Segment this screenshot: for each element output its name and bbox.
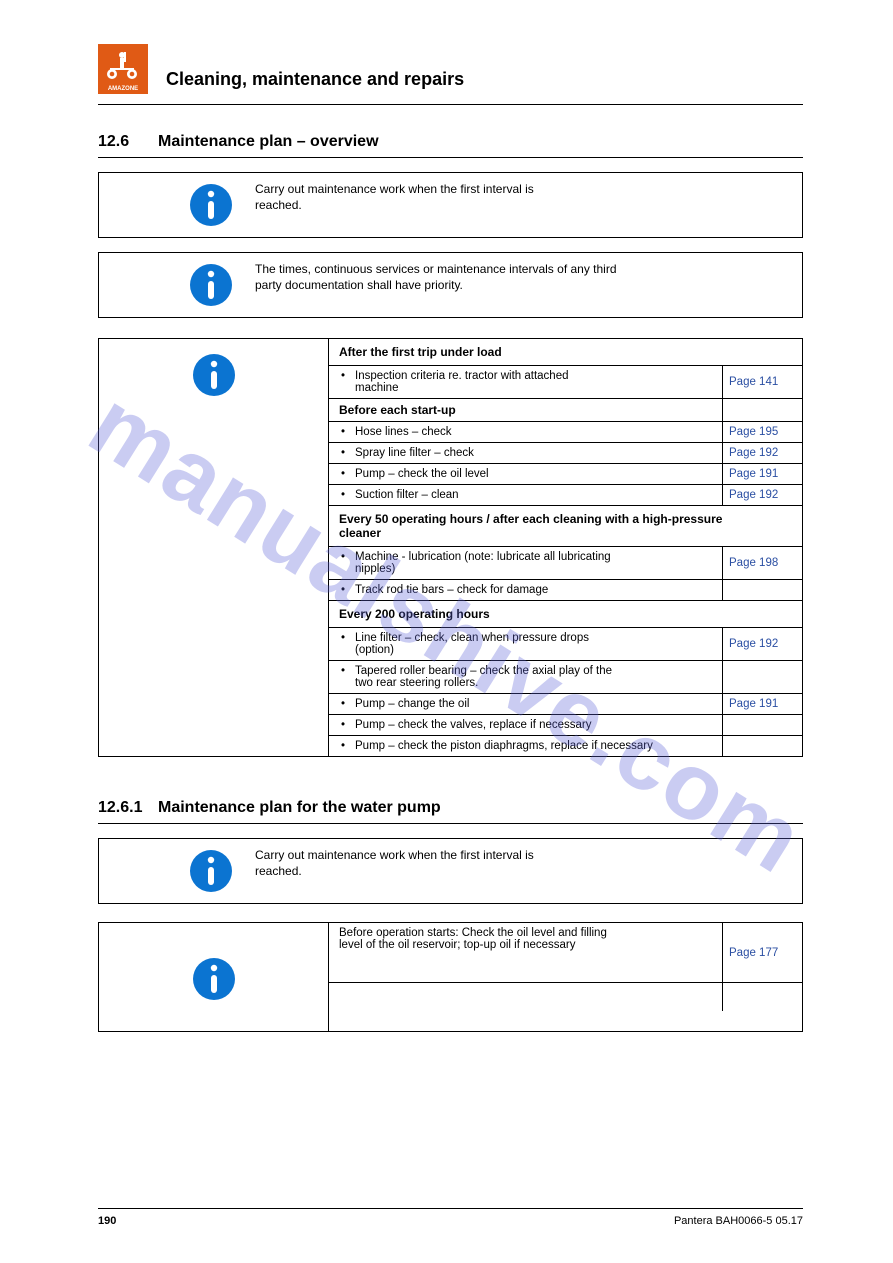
logo-text: AMAZONE: [108, 86, 138, 92]
header-rule: [98, 104, 803, 105]
row-page-link: [722, 661, 802, 693]
notice-icon: [189, 183, 233, 227]
row-page-link: [722, 580, 802, 600]
plan-rows: Before operation starts: Check the oil l…: [329, 923, 802, 1031]
section-rule: [98, 157, 803, 158]
amazone-logo-icon: AMAZONE: [98, 44, 148, 94]
table-row: Pump – check the oil level Page 191: [329, 464, 802, 485]
table-row: Before operation starts: Check the oil l…: [329, 923, 802, 983]
row-page-link[interactable]: Page 191: [722, 694, 802, 714]
row-page-link[interactable]: Page 192: [722, 628, 802, 660]
table-row: Spray line filter – check Page 192: [329, 443, 802, 464]
row-page-link[interactable]: Page 192: [722, 485, 802, 505]
plan-icon-column: [99, 923, 329, 1031]
table-row: Inspection criteria re. tractor with att…: [329, 366, 802, 399]
section-title: Maintenance plan – overview: [158, 133, 379, 151]
note-box-priority: The times, continuous services or mainte…: [98, 252, 803, 318]
table-row: Hose lines – check Page 195: [329, 422, 802, 443]
note-text: Carry out maintenance work when the firs…: [255, 847, 792, 879]
table-row: [329, 983, 802, 1011]
row-desc: [329, 983, 722, 1011]
section-rule: [98, 823, 803, 824]
note-text: The times, continuous services or mainte…: [255, 261, 792, 293]
plan-group-heading: Every 50 operating hours / after each cl…: [329, 506, 802, 547]
note-text: Carry out maintenance work when the firs…: [255, 181, 792, 213]
table-row: Pump – check the valves, replace if nece…: [329, 715, 802, 736]
row-page-link[interactable]: Page 195: [722, 422, 802, 442]
doc-id: Pantera BAH0066-5 05.17: [674, 1215, 803, 1227]
footer: 190 Pantera BAH0066-5 05.17: [98, 1208, 803, 1227]
brand-logo: AMAZONE: [98, 44, 148, 94]
section-heading: 12.6 Maintenance plan – overview: [98, 133, 803, 151]
row-page-link[interactable]: Page 177: [722, 923, 802, 982]
row-page-link: [722, 983, 802, 1011]
row-page-link: [722, 715, 802, 735]
section-number: 12.6: [98, 133, 138, 151]
notice-icon: [192, 353, 236, 397]
section-title: Maintenance plan for the water pump: [158, 799, 441, 817]
row-desc: Before operation starts: Check the oil l…: [329, 923, 722, 982]
table-row: Suction filter – clean Page 192: [329, 485, 802, 506]
table-row: Pump – change the oil Page 191: [329, 694, 802, 715]
table-row: Machine - lubrication (note: lubricate a…: [329, 547, 802, 580]
table-row: Tapered roller bearing – check the axial…: [329, 661, 802, 694]
notice-icon: [189, 849, 233, 893]
section-number: 12.6.1: [98, 799, 138, 817]
row-page-link[interactable]: Page 191: [722, 464, 802, 484]
page-number: 190: [98, 1215, 116, 1227]
page: AMAZONE Cleaning, maintenance and repair…: [0, 0, 893, 1263]
table-row: Track rod tie bars – check for damage: [329, 580, 802, 601]
table-row: Pump – check the piston diaphragms, repl…: [329, 736, 802, 756]
plan-icon-column: [99, 339, 329, 756]
note-box-pump: Carry out maintenance work when the firs…: [98, 838, 803, 904]
section-heading-pump: 12.6.1 Maintenance plan for the water pu…: [98, 799, 803, 817]
maintenance-plan-box: After the first trip under load Inspecti…: [98, 338, 803, 757]
footer-row: 190 Pantera BAH0066-5 05.17: [98, 1215, 803, 1227]
header-row: AMAZONE Cleaning, maintenance and repair…: [98, 44, 803, 94]
row-page-link[interactable]: Page 198: [722, 547, 802, 579]
footer-rule: [98, 1208, 803, 1209]
plan-rows: After the first trip under load Inspecti…: [329, 339, 802, 756]
row-page-link[interactable]: Page 192: [722, 443, 802, 463]
plan-group-heading: Every 200 operating hours: [329, 601, 802, 628]
note-box-intervals: Carry out maintenance work when the firs…: [98, 172, 803, 238]
notice-icon: [189, 263, 233, 307]
chapter-title: Cleaning, maintenance and repairs: [166, 69, 464, 90]
plan-group-heading: After the first trip under load: [329, 339, 802, 366]
row-desc: Inspection criteria re. tractor with att…: [329, 366, 722, 398]
notice-icon: [192, 957, 236, 1001]
table-row: Line filter – check, clean when pressure…: [329, 628, 802, 661]
row-page-link[interactable]: Page 141: [722, 366, 802, 398]
plan-group-heading: Before each start-up: [329, 399, 802, 422]
pump-plan-box: Before operation starts: Check the oil l…: [98, 922, 803, 1032]
row-page-link: [722, 736, 802, 756]
